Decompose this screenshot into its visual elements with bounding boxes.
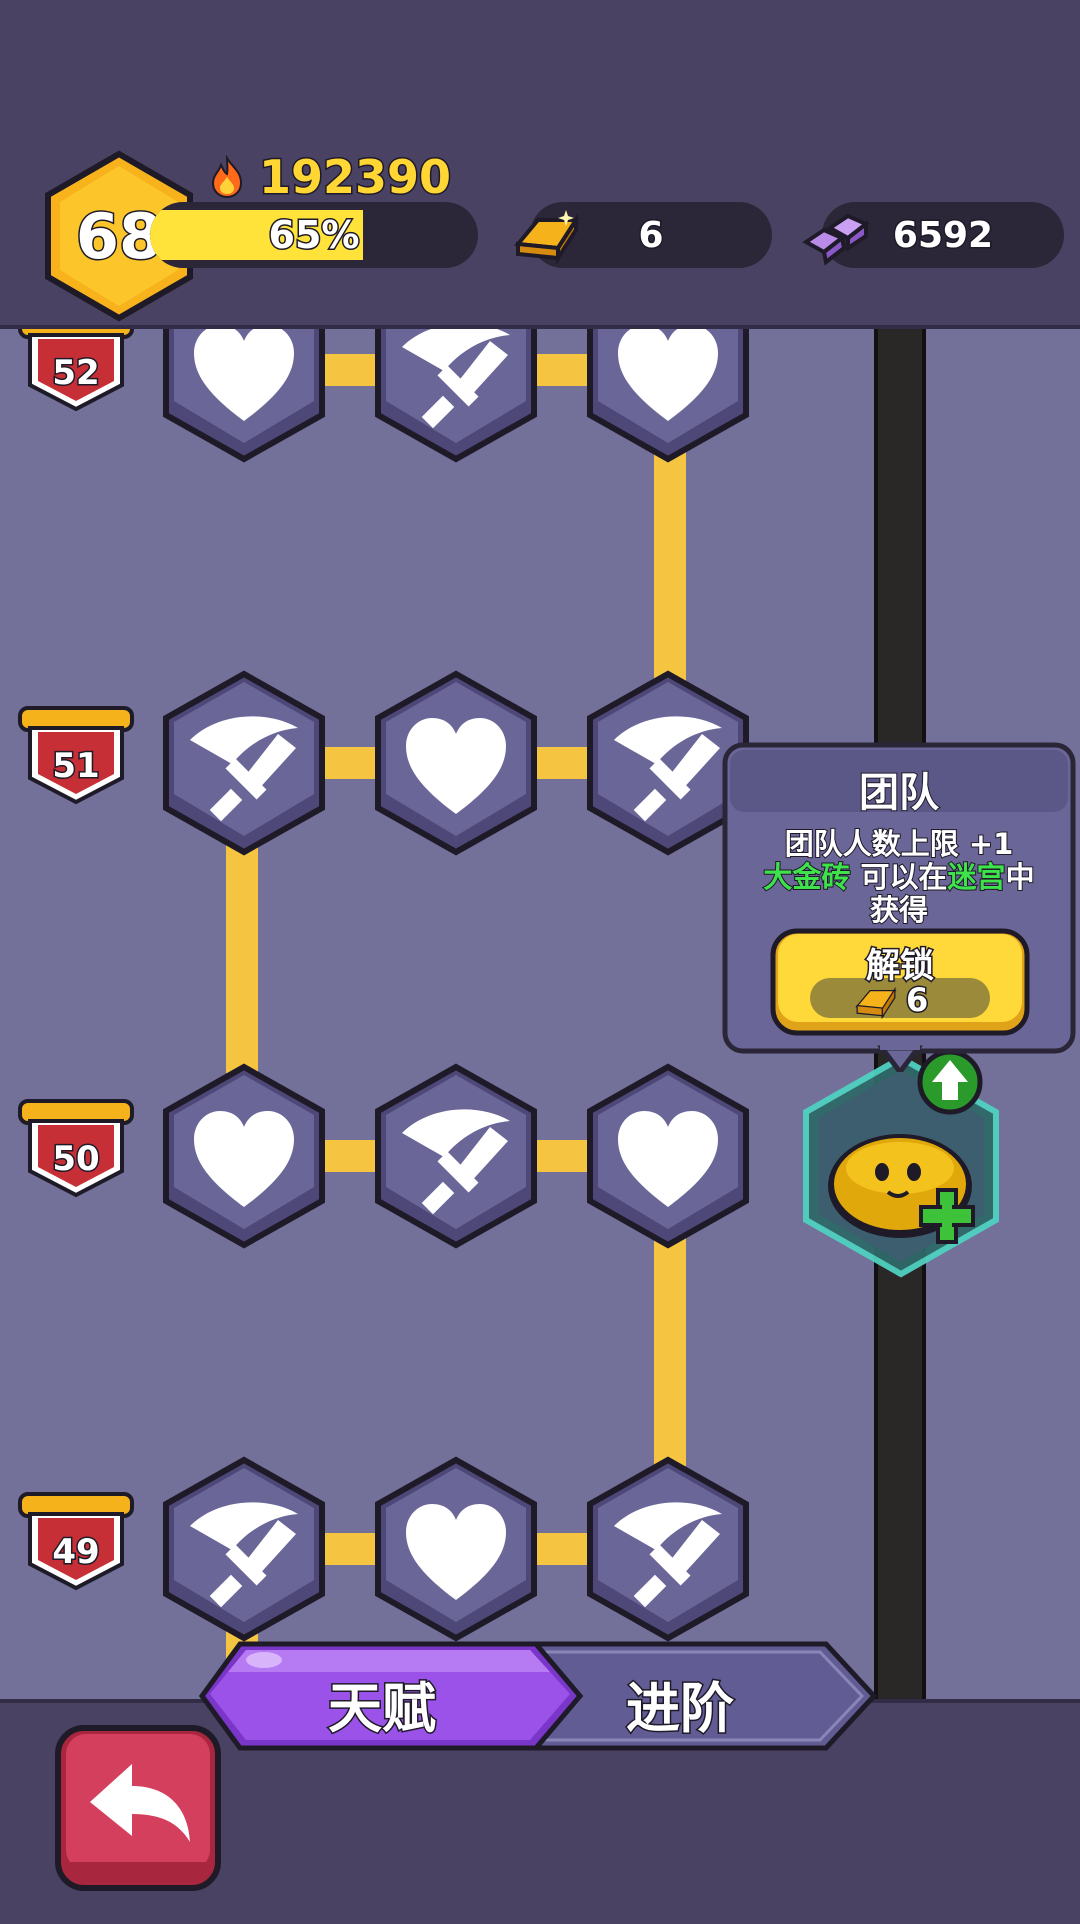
sword-icon [163, 670, 325, 856]
heart-icon [375, 670, 537, 856]
gold-bar-icon [855, 986, 897, 1019]
score-value: 192390 [257, 149, 452, 206]
gold-brick-term: 大金砖 [762, 860, 851, 895]
talent-node-heart[interactable] [582, 329, 754, 465]
sword-icon [375, 1063, 537, 1249]
sword-icon [375, 329, 537, 463]
fire-icon [211, 155, 243, 199]
gem-count: 6592 [891, 213, 994, 257]
tooltip-effect: 团队人数上限 +1 [784, 827, 1015, 862]
talent-node-sword[interactable] [158, 668, 330, 858]
talent-node-sword[interactable] [370, 329, 542, 465]
talent-node-sword[interactable] [370, 1061, 542, 1251]
talent-node-heart[interactable] [370, 668, 542, 858]
maze-term: 迷宫 [947, 860, 1007, 895]
talent-node-heart[interactable] [370, 1454, 542, 1644]
level-label-50: 50 [51, 1138, 101, 1181]
connector [654, 1234, 686, 1466]
back-button[interactable] [54, 1724, 222, 1892]
sword-icon [163, 1456, 325, 1642]
tab-bar: 天赋 进阶 [198, 1636, 878, 1756]
connector [654, 449, 686, 681]
xp-bar: 65% [150, 202, 478, 268]
talent-node-heart[interactable] [582, 1061, 754, 1251]
tooltip-source: 大金砖 可以在迷宫中 [762, 860, 1035, 895]
tooltip-title: 团队 [858, 769, 940, 817]
unlock-button[interactable]: 解锁 6 [770, 928, 1030, 1036]
connector [226, 841, 258, 1073]
heart-icon [375, 1456, 537, 1642]
team-talent-node[interactable] [796, 1050, 1006, 1282]
gold-bar-count: 6 [637, 213, 665, 257]
tab-advance[interactable]: 进阶 [625, 1664, 736, 1743]
unlock-cost-value: 6 [904, 980, 929, 1021]
level-label-49: 49 [51, 1531, 101, 1574]
tab-talent[interactable]: 天赋 [327, 1664, 438, 1743]
talent-node-sword[interactable] [582, 1454, 754, 1644]
heart-icon [163, 329, 325, 463]
talent-tooltip: 团队 团队人数上限 +1 大金砖 可以在迷宫中 获得 解锁 6 [722, 742, 1076, 1072]
score-row: 192390 [205, 149, 453, 206]
heart-icon [163, 1063, 325, 1249]
talent-node-sword[interactable] [158, 1454, 330, 1644]
gold-bar-icon [514, 210, 580, 264]
top-bar: 68 192390 65% 6 6592 [0, 0, 1080, 329]
unlock-cost: 6 [854, 978, 974, 1022]
level-label-52: 52 [51, 352, 101, 395]
heart-icon [587, 1063, 749, 1249]
sword-icon [587, 1456, 749, 1642]
purple-crystal-icon [802, 213, 870, 266]
tooltip-obtain: 获得 [869, 893, 929, 928]
talent-node-heart[interactable] [158, 1061, 330, 1251]
talent-node-heart[interactable] [158, 329, 330, 465]
xp-percent: 65% [267, 212, 361, 259]
heart-icon [587, 329, 749, 463]
tooltip-description: 团队人数上限 +1 大金砖 可以在迷宫中 获得 [722, 827, 1076, 928]
level-label-51: 51 [51, 745, 101, 788]
